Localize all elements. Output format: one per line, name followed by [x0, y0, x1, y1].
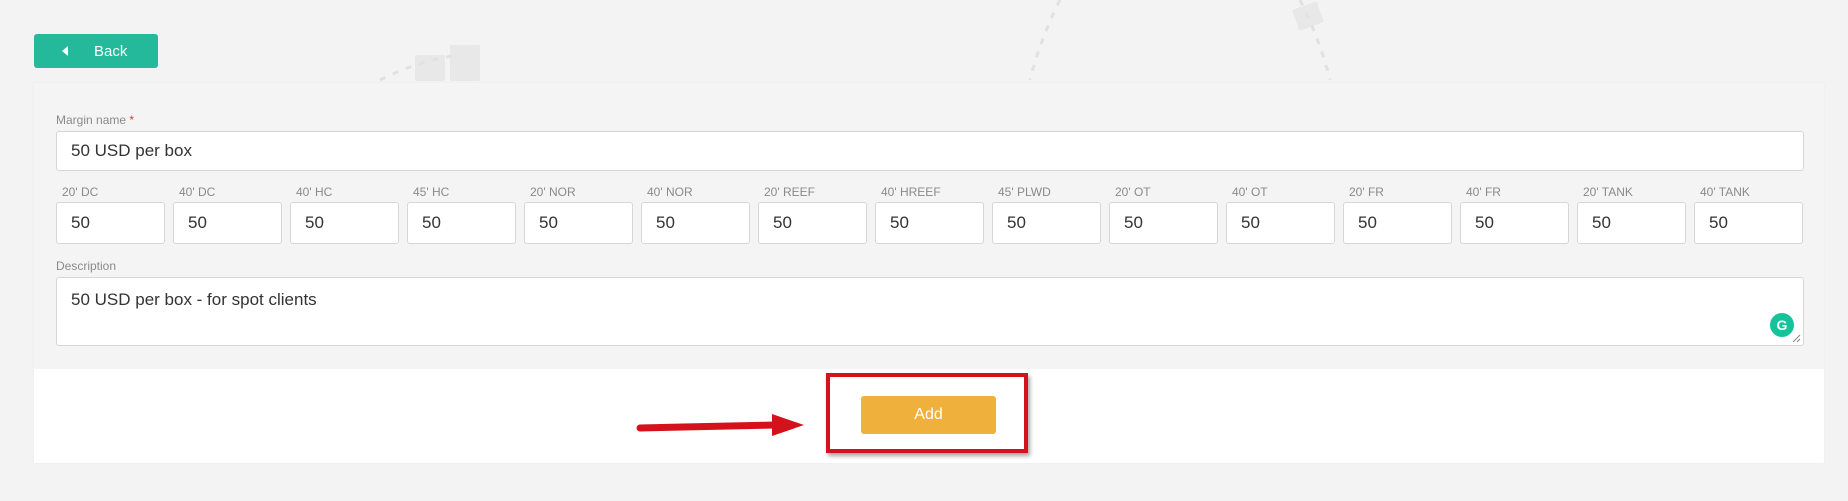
- container-rate-value: 50: [1709, 213, 1728, 232]
- container-rate-value: 50: [1592, 213, 1611, 232]
- form-body: Margin name * 50 USD per box 20' DC 50 40'…: [34, 83, 1824, 369]
- annotation-highlight-box: [826, 373, 1028, 453]
- container-label: 20' OT: [1115, 185, 1151, 199]
- container-rate-input[interactable]: 50: [1109, 202, 1218, 244]
- container-label: 40' OT: [1232, 185, 1268, 199]
- container-rate-value: 50: [656, 213, 675, 232]
- container-rate-input[interactable]: 50: [641, 202, 750, 244]
- container-rate-value: 50: [422, 213, 441, 232]
- container-rate-input[interactable]: 50: [992, 202, 1101, 244]
- container-label: 40' TANK: [1700, 185, 1750, 199]
- container-label: 45' PLWD: [998, 185, 1051, 199]
- container-rate-input[interactable]: 50: [875, 202, 984, 244]
- container-rate-value: 50: [539, 213, 558, 232]
- container-rate-input[interactable]: 50: [1577, 202, 1686, 244]
- container-rate-input[interactable]: 50: [407, 202, 516, 244]
- container-label: 20' NOR: [530, 185, 576, 199]
- container-rate-input[interactable]: 50: [173, 202, 282, 244]
- container-label: 40' NOR: [647, 185, 693, 199]
- margin-name-label: Margin name *: [56, 113, 134, 127]
- container-rate-value: 50: [773, 213, 792, 232]
- container-rate-value: 50: [1007, 213, 1026, 232]
- margin-name-value: 50 USD per box: [71, 141, 192, 160]
- container-label: 20' DC: [62, 185, 99, 199]
- container-rate-input[interactable]: 50: [1226, 202, 1335, 244]
- container-rate-value: 50: [1124, 213, 1143, 232]
- container-rate-value: 50: [890, 213, 909, 232]
- description-value: 50 USD per box - for spot clients: [71, 290, 317, 309]
- container-rate-value: 50: [305, 213, 324, 232]
- resize-grip-icon[interactable]: [1792, 334, 1801, 343]
- margin-name-label-text: Margin name: [56, 113, 127, 127]
- container-rate-value: 50: [1241, 213, 1260, 232]
- container-label: 45' HC: [413, 185, 450, 199]
- container-rate-input[interactable]: 50: [758, 202, 867, 244]
- container-rate-value: 50: [71, 213, 90, 232]
- container-rate-input[interactable]: 50: [524, 202, 633, 244]
- container-label: 40' FR: [1466, 185, 1501, 199]
- container-label: 40' HC: [296, 185, 333, 199]
- description-label: Description: [56, 259, 117, 273]
- container-rate-input[interactable]: 50: [56, 202, 165, 244]
- container-label: 20' REEF: [764, 185, 815, 199]
- container-label: 40' HREEF: [881, 185, 941, 199]
- container-rate-input[interactable]: 50: [290, 202, 399, 244]
- annotation-arrow-icon: [636, 414, 804, 436]
- description-textarea[interactable]: 50 USD per box - for spot clients G: [56, 277, 1804, 346]
- container-rate-input[interactable]: 50: [1460, 202, 1569, 244]
- container-rate-value: 50: [1475, 213, 1494, 232]
- back-button[interactable]: Back: [34, 34, 158, 68]
- container-label: 40' DC: [179, 185, 216, 199]
- container-label: 20' FR: [1349, 185, 1384, 199]
- container-rate-input[interactable]: 50: [1694, 202, 1803, 244]
- grammarly-glyph: G: [1776, 317, 1788, 333]
- container-label: 20' TANK: [1583, 185, 1633, 199]
- container-rate-value: 50: [188, 213, 207, 232]
- back-button-label: Back: [94, 42, 128, 60]
- caret-left-icon: [62, 46, 68, 56]
- margin-name-input[interactable]: 50 USD per box: [56, 131, 1804, 171]
- container-rate-input[interactable]: 50: [1343, 202, 1452, 244]
- grammarly-icon[interactable]: G: [1770, 313, 1794, 337]
- container-rate-value: 50: [1358, 213, 1377, 232]
- required-asterisk: *: [129, 113, 135, 127]
